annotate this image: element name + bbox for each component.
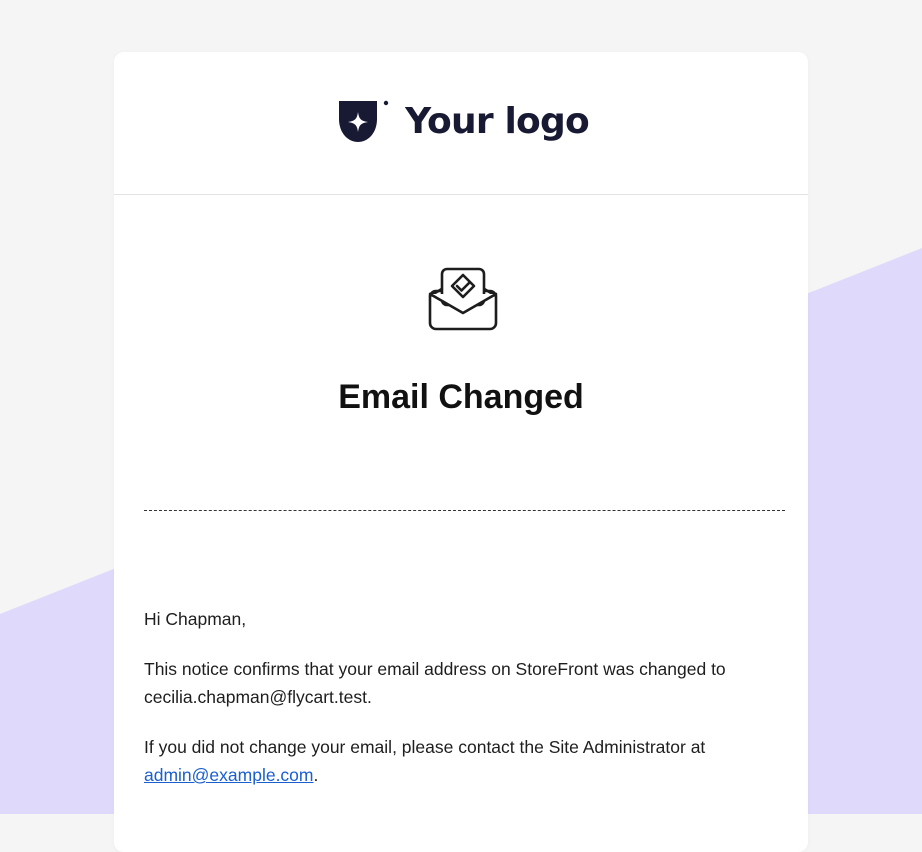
- page-title: Email Changed: [338, 378, 584, 416]
- hero-section: Email Changed: [114, 195, 808, 425]
- logo-text: Your logo: [405, 100, 590, 142]
- admin-email-link[interactable]: admin@example.com: [144, 765, 314, 785]
- greeting-text: Hi Chapman,: [144, 609, 247, 629]
- envelope-check-icon: [428, 267, 498, 331]
- confirmation-text: This notice confirms that your email add…: [144, 659, 726, 707]
- email-header: Your logo: [114, 52, 808, 195]
- brand-logo: Your logo: [335, 97, 590, 145]
- logo-mark-icon: [339, 100, 389, 142]
- contact-admin-text: If you did not change your email, please…: [144, 733, 778, 789]
- message-body: Hi Chapman, This notice confirms that yo…: [144, 605, 778, 811]
- contact-admin-prefix: If you did not change your email, please…: [144, 737, 706, 757]
- email-card: Your logo Email Changed Hi Chapman, This…: [114, 52, 808, 852]
- contact-admin-suffix: .: [313, 765, 319, 785]
- dashed-divider: [144, 510, 785, 511]
